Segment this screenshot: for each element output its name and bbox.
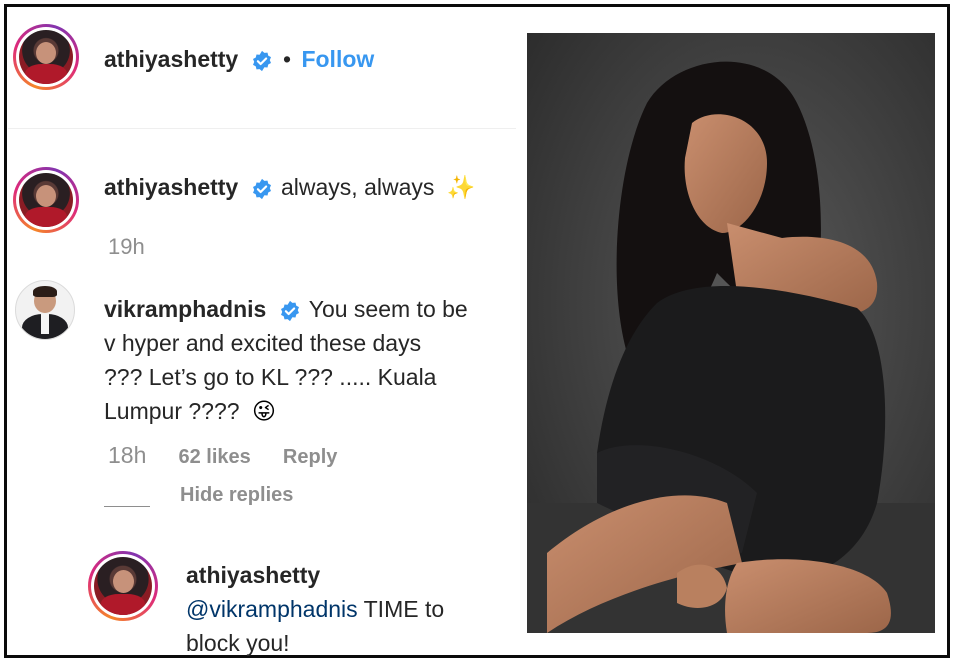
comment1-body: athiyashetty always, always ✨ bbox=[104, 174, 475, 201]
winking-tongue-emoji-icon: 😜 bbox=[251, 398, 276, 424]
comment1-username[interactable]: athiyashetty bbox=[104, 174, 238, 200]
comment2-body: vikramphadnis You seem to be v hyper and… bbox=[104, 292, 514, 428]
comment1-time: 19h bbox=[108, 234, 145, 259]
reply-text-line2: block you! bbox=[186, 630, 290, 656]
comment2-text-line1: You seem to be bbox=[308, 296, 468, 322]
reply-button[interactable]: Reply bbox=[283, 446, 337, 468]
reply-avatar[interactable] bbox=[88, 551, 158, 621]
comment2-text-line4: Lumpur ???? bbox=[104, 398, 240, 424]
comment1-avatar[interactable] bbox=[13, 167, 79, 233]
verified-badge-icon bbox=[280, 300, 299, 322]
header-avatar[interactable] bbox=[13, 24, 79, 90]
instagram-comments-panel: athiyashetty • Follow athiyashetty alway… bbox=[8, 10, 516, 656]
verified-badge-icon bbox=[252, 50, 271, 72]
comment2-text-line2: v hyper and excited these days bbox=[104, 330, 422, 356]
reply-username[interactable]: athiyashetty bbox=[186, 558, 516, 592]
comment1-text: always, always bbox=[281, 174, 435, 200]
reply-mention[interactable]: @vikramphadnis bbox=[186, 596, 358, 622]
comment2-time: 18h bbox=[108, 442, 147, 468]
reply-text-line1: TIME to bbox=[363, 596, 445, 622]
hide-replies-button[interactable]: Hide replies bbox=[180, 484, 293, 507]
reply-body: athiyashetty @vikramphadnis TIME to bloc… bbox=[186, 558, 516, 660]
follow-button[interactable]: Follow bbox=[301, 46, 374, 72]
verified-badge-icon bbox=[252, 178, 271, 200]
header-separator: • bbox=[283, 46, 292, 72]
comment2-text-line3: ??? Let’s go to KL ??? ..... Kuala bbox=[104, 364, 437, 390]
header-username[interactable]: athiyashetty bbox=[104, 46, 238, 72]
hide-replies-line bbox=[104, 506, 150, 507]
post-photo-illustration bbox=[527, 33, 935, 633]
comment2-username[interactable]: vikramphadnis bbox=[104, 296, 266, 322]
comment2-avatar[interactable] bbox=[15, 280, 75, 340]
post-photo bbox=[527, 33, 935, 633]
sparkles-emoji-icon: ✨ bbox=[446, 174, 476, 200]
comment2-likes[interactable]: 62 likes bbox=[179, 446, 251, 468]
comment2-actions: 18h 62 likes Reply bbox=[108, 442, 337, 469]
header-divider bbox=[8, 128, 516, 129]
